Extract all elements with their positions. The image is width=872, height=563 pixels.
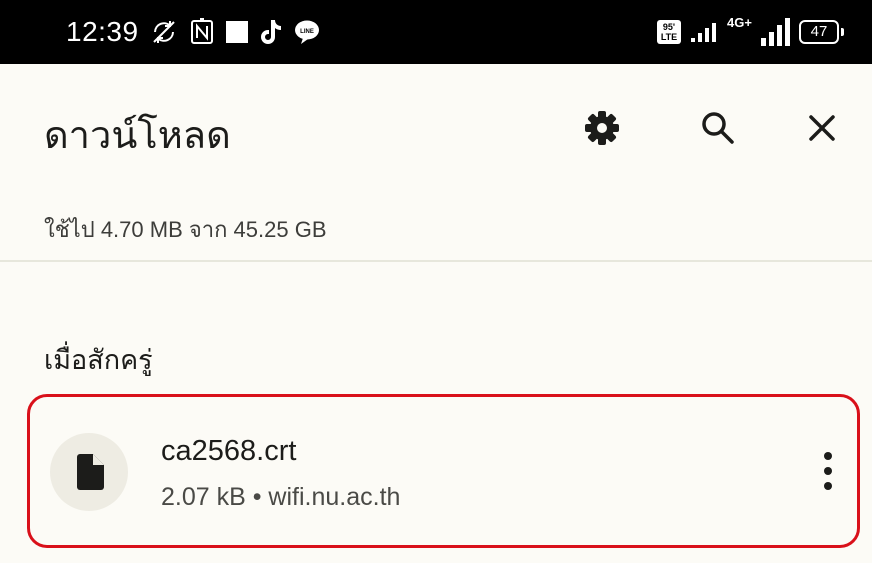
status-clock: 12:39: [66, 16, 139, 47]
file-meta: 2.07 kB • wifi.nu.ac.th: [161, 483, 401, 511]
no-sync-icon: [149, 17, 179, 47]
file-icon: [50, 433, 128, 511]
gear-icon: [585, 111, 619, 145]
file-name: ca2568.crt: [161, 435, 297, 467]
close-button[interactable]: [794, 100, 850, 156]
close-icon: [809, 115, 835, 141]
storage-summary: ใช้ไป 4.70 MB จาก 45.25 GB: [44, 217, 327, 242]
divider: [0, 260, 872, 262]
volte-badge-icon: 95' LTE: [657, 20, 681, 44]
more-vert-icon-dot: [824, 482, 832, 490]
nfc-icon: [189, 18, 215, 46]
more-options-button[interactable]: [813, 441, 843, 501]
more-vert-icon-dot: [824, 467, 832, 475]
download-list-item[interactable]: ca2568.crt 2.07 kB • wifi.nu.ac.th: [27, 394, 860, 548]
line-chat-icon: LINE: [293, 19, 321, 45]
svg-text:LINE: LINE: [300, 29, 314, 35]
battery-tip: [841, 28, 844, 36]
signal-icon: [689, 20, 719, 44]
search-icon: [702, 112, 734, 144]
status-bar: 12:39 LINE 95' LTE 4G+ 47: [0, 0, 872, 64]
status-left: 12:39 LINE: [66, 0, 321, 64]
battery-icon: 47: [799, 20, 844, 44]
network-badge-bottom: LTE: [660, 32, 678, 42]
tiktok-icon: [259, 18, 283, 46]
square-notification-icon: [225, 20, 249, 44]
network-badge-top: 95': [662, 22, 676, 32]
section-heading-recent: เมื่อสักครู่: [44, 345, 153, 376]
status-right: 95' LTE 4G+ 47: [657, 0, 844, 64]
search-button[interactable]: [690, 100, 746, 156]
more-vert-icon: [824, 452, 832, 460]
settings-button[interactable]: [574, 100, 630, 156]
battery-level: 47: [799, 20, 839, 44]
signal-4g-icon: 4G+: [727, 12, 791, 52]
page-title: ดาวน์โหลด: [44, 113, 231, 157]
